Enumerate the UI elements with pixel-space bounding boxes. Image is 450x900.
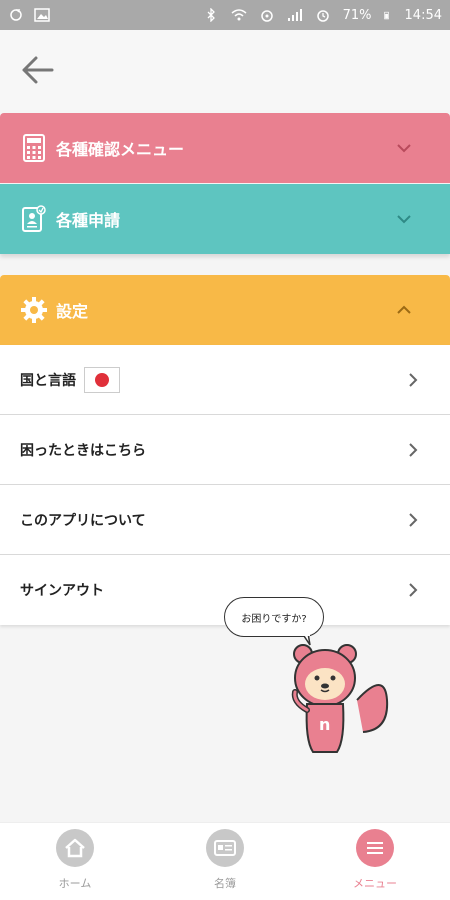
sync-icon — [10, 9, 22, 21]
nav-roster-label: 名簿 — [214, 877, 236, 890]
battery-percent: 71% — [342, 7, 372, 23]
section-confirm-menu[interactable]: 各種確認メニュー — [0, 113, 450, 183]
home-icon — [56, 829, 94, 867]
image-icon — [34, 8, 50, 22]
chevron-right-icon — [409, 513, 418, 527]
section-applications-label: 各種申請 — [56, 211, 121, 230]
section-applications[interactable]: 各種申請 — [0, 184, 450, 254]
settings-item-about-app[interactable]: このアプリについて — [0, 485, 450, 555]
menu-icon — [356, 829, 394, 867]
roster-icon — [206, 829, 244, 867]
hotspot-icon — [260, 10, 273, 22]
top-bar — [0, 30, 450, 110]
section-settings[interactable]: 設定 — [0, 275, 450, 345]
settings-item-label: このアプリについて — [20, 512, 146, 529]
japan-flag-icon — [84, 366, 120, 393]
nav-home-label: ホーム — [58, 877, 92, 890]
battery-icon — [383, 11, 389, 20]
status-time: 14:54 — [404, 7, 442, 23]
section-confirm-menu-label: 各種確認メニュー — [56, 140, 185, 159]
gear-icon — [20, 296, 48, 324]
bluetooth-icon — [207, 8, 215, 22]
settings-list: 国と言語 困ったときはこちら このアプリについて サインアウト — [0, 345, 450, 625]
status-left — [8, 8, 50, 22]
settings-item-help[interactable]: 困ったときはこちら — [0, 415, 450, 485]
settings-item-label: サインアウト — [20, 583, 104, 599]
mascot-speech-text: お困りですか? — [241, 613, 307, 625]
calculator-icon — [20, 134, 48, 162]
status-right: 71% 14:54 — [203, 8, 442, 23]
mascot-speech-bubble[interactable]: お困りですか? — [224, 597, 324, 637]
chevron-right-icon — [409, 373, 418, 387]
back-arrow-icon[interactable] — [18, 50, 58, 90]
chevron-down-icon — [397, 144, 411, 153]
nav-menu-label: メニュー — [353, 877, 397, 890]
nav-home[interactable]: ホーム — [0, 823, 150, 900]
svg-text:n: n — [319, 715, 330, 734]
wifi-icon — [231, 9, 247, 21]
chevron-down-icon — [397, 215, 411, 224]
section-settings-label: 設定 — [56, 302, 89, 321]
application-form-icon — [20, 205, 48, 233]
nav-menu[interactable]: メニュー — [300, 823, 450, 900]
bottom-nav: ホーム 名簿 メニュー — [0, 822, 450, 900]
chevron-right-icon — [409, 583, 418, 597]
settings-item-country-language[interactable]: 国と言語 — [0, 345, 450, 415]
settings-item-label: 国と言語 — [20, 372, 76, 389]
settings-item-label: 困ったときはこちら — [20, 442, 146, 459]
alarm-icon — [316, 10, 329, 22]
signal-icon — [287, 9, 302, 21]
status-bar: 71% 14:54 — [0, 0, 450, 30]
squirrel-mascot-icon[interactable]: n — [285, 640, 395, 760]
nav-roster[interactable]: 名簿 — [150, 823, 300, 900]
chevron-up-icon — [397, 305, 411, 314]
chevron-right-icon — [409, 443, 418, 457]
